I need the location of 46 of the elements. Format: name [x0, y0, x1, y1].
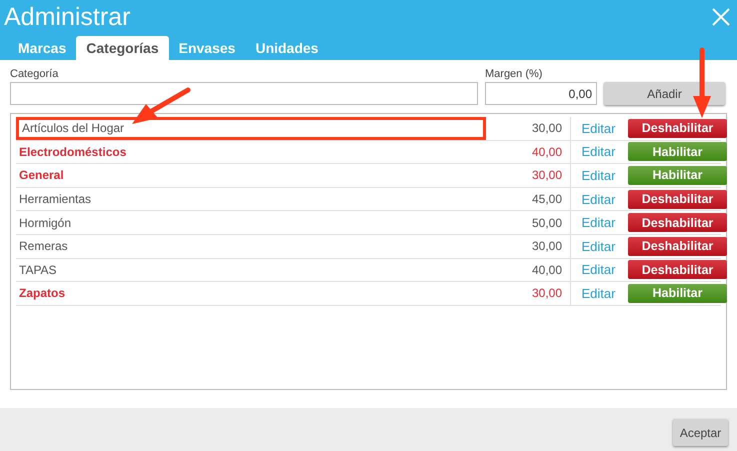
category-name: Artículos del Hogar	[16, 117, 486, 140]
disable-button[interactable]: Deshabilitar	[628, 118, 727, 138]
edit-link[interactable]: Editar	[571, 120, 626, 136]
accept-button[interactable]: Aceptar	[673, 419, 728, 446]
category-field[interactable]	[10, 82, 478, 105]
margin-value: 45,00	[486, 188, 571, 210]
tab[interactable]: Unidades	[245, 36, 328, 60]
edit-link[interactable]: Editar	[571, 215, 626, 230]
edit-link[interactable]: Editar	[571, 262, 626, 278]
tab[interactable]: Marcas	[8, 36, 76, 60]
category-label: Categoría	[10, 68, 60, 80]
category-name: General	[18, 168, 65, 182]
margin-value: 40,00	[486, 258, 571, 282]
edit-link[interactable]: Editar	[571, 192, 626, 207]
enable-button[interactable]: Habilitar	[628, 284, 727, 303]
annotation-arrow	[693, 48, 711, 118]
enable-button[interactable]: Habilitar	[628, 166, 727, 185]
category-name: Remeras	[18, 239, 69, 254]
category-name: Electrodomésticos	[18, 144, 128, 159]
category-name: Zapatos	[18, 286, 66, 300]
disable-button[interactable]: Deshabilitar	[628, 260, 727, 280]
category-name: Hormigón	[18, 216, 72, 230]
margin-value: 30,00	[486, 117, 571, 140]
disable-button[interactable]: Deshabilitar	[628, 190, 727, 209]
edit-link[interactable]: Editar	[571, 286, 626, 301]
margin-label: Margen (%)	[485, 68, 544, 80]
edit-link[interactable]: Editar	[571, 238, 626, 254]
add-button[interactable]: Añadir	[604, 82, 725, 105]
enable-button[interactable]: Habilitar	[628, 142, 727, 162]
annotation-arrow	[132, 88, 190, 124]
disable-button[interactable]: Deshabilitar	[628, 213, 727, 232]
close-icon[interactable]	[711, 7, 731, 27]
margin-field[interactable]: 0,00	[485, 82, 597, 105]
disable-button[interactable]: Deshabilitar	[628, 236, 727, 256]
edit-link[interactable]: Editar	[571, 144, 626, 160]
category-name: Herramientas	[18, 192, 92, 206]
margin-value: 30,00	[486, 282, 571, 305]
window-title: Administrar	[4, 2, 130, 32]
margin-value: 30,00	[486, 164, 571, 187]
tab[interactable]: Envases	[168, 36, 246, 60]
margin-value: 40,00	[486, 140, 571, 164]
edit-link[interactable]: Editar	[571, 168, 626, 183]
tab[interactable]: Categorías	[76, 36, 169, 60]
margin-value: 30,00	[486, 234, 571, 258]
category-name: TAPAS	[18, 262, 58, 277]
margin-value: 50,00	[486, 211, 571, 234]
